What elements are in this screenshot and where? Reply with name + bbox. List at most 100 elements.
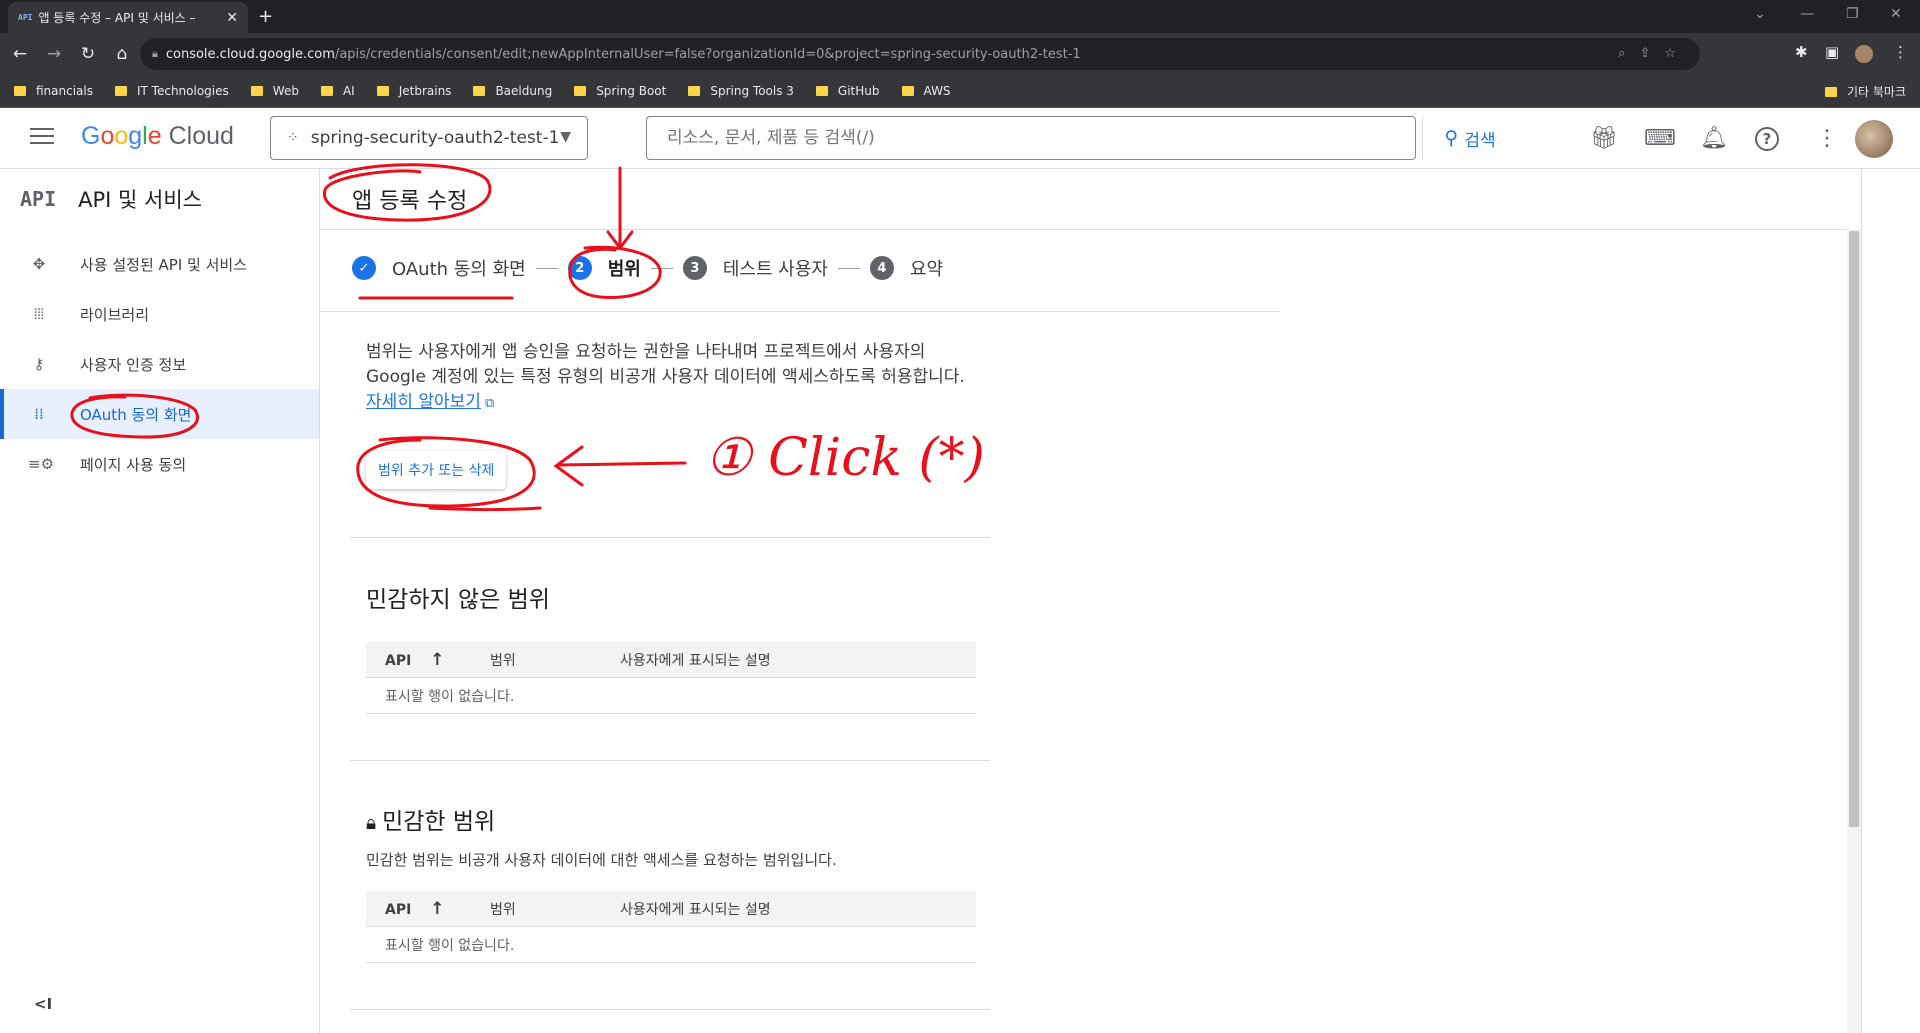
- forward-icon[interactable]: →: [40, 44, 68, 64]
- oauth-icon: ⁞⁞: [34, 405, 44, 423]
- bookmark-label: financials: [36, 84, 93, 98]
- bookmark-folder[interactable]: GitHub: [815, 84, 880, 98]
- google-cloud-logo[interactable]: Google Cloud: [81, 122, 234, 151]
- step-summary[interactable]: 4 요약: [869, 255, 943, 281]
- close-tab-icon[interactable]: ✕: [226, 10, 238, 26]
- folder-icon: [688, 86, 701, 96]
- main-menu-icon[interactable]: [30, 128, 54, 149]
- bookmark-folder[interactable]: Spring Tools 3: [688, 84, 794, 98]
- collapse-nav-icon[interactable]: <I: [34, 995, 52, 1013]
- profile-avatar[interactable]: [1855, 45, 1873, 63]
- sidebar-item-label: 사용자 인증 정보: [80, 355, 187, 374]
- divider: [350, 537, 990, 538]
- sidebar-item-page-usage-agreements[interactable]: ≡⚙ 페이지 사용 동의: [0, 439, 319, 489]
- step-scopes[interactable]: 2 범위: [567, 255, 641, 281]
- more-vert-icon[interactable]: ⋮: [1816, 126, 1838, 151]
- gift-icon[interactable]: 🎁︎: [1590, 126, 1618, 151]
- extensions-icon[interactable]: ✱: [1795, 43, 1808, 61]
- console-header: Google Cloud ⁘ spring-security-oauth2-te…: [0, 108, 1920, 169]
- lock-icon[interactable]: 🔒︎: [152, 47, 158, 61]
- sidebar-item-label: OAuth 동의 화면: [80, 405, 192, 424]
- step-label: OAuth 동의 화면: [392, 259, 526, 280]
- folder-icon: [250, 86, 263, 96]
- back-icon[interactable]: ←: [6, 44, 34, 64]
- reload-icon[interactable]: ↻: [74, 44, 102, 64]
- bookmark-folder[interactable]: Spring Boot: [574, 84, 666, 98]
- bookmark-folder[interactable]: AWS: [901, 84, 951, 98]
- home-icon[interactable]: ⌂: [108, 44, 136, 64]
- help-icon[interactable]: ?: [1755, 127, 1779, 151]
- divider: [350, 760, 990, 761]
- bookmark-folder[interactable]: financials: [14, 84, 93, 98]
- scrollbar-thumb[interactable]: [1849, 231, 1859, 827]
- account-avatar[interactable]: [1855, 120, 1893, 158]
- bookmark-label: Spring Tools 3: [710, 84, 794, 98]
- browser-tab[interactable]: API 앱 등록 수정 – API 및 서비스 – ✕: [8, 2, 248, 33]
- bookmark-folder[interactable]: Web: [250, 84, 299, 98]
- url-host: console.cloud.google.com: [165, 46, 335, 62]
- window-close-icon[interactable]: ✕: [1890, 6, 1902, 22]
- column-api[interactable]: API ↑: [366, 899, 490, 919]
- step-test-users[interactable]: 3 테스트 사용자: [682, 255, 828, 281]
- bookmark-folder[interactable]: Jetbrains: [376, 84, 452, 98]
- minimize-icon[interactable]: —: [1800, 6, 1814, 22]
- bookmark-label: Spring Boot: [596, 84, 667, 98]
- step-number: 3: [682, 256, 707, 280]
- project-picker-button[interactable]: ⁘ spring-security-oauth2-test-1 ▼: [270, 116, 588, 160]
- other-bookmarks-label: 기타 북마크: [1846, 85, 1906, 99]
- chrome-menu-icon[interactable]: ⋮: [1893, 43, 1908, 61]
- annotation-arrow-button: [553, 445, 687, 487]
- sidebar-item-credentials[interactable]: ⚷ 사용자 인증 정보: [0, 339, 319, 389]
- learn-more-label: 자세히 알아보기: [366, 392, 481, 412]
- step-label: 범위: [607, 259, 641, 280]
- check-circle-icon: ✓: [352, 256, 376, 280]
- step-separator: [837, 267, 860, 269]
- search-input[interactable]: [647, 117, 1422, 159]
- cloud-shell-icon[interactable]: ⌨: [1644, 126, 1676, 151]
- sidebar-item-library[interactable]: ⦙⦙⦙ 라이브러리: [0, 289, 319, 339]
- step-number: 2: [567, 256, 592, 280]
- restore-icon[interactable]: ❐: [1846, 6, 1859, 22]
- bookmark-folder[interactable]: IT Technologies: [115, 84, 229, 98]
- annotation-arrow-step: [606, 166, 634, 251]
- table-header: API ↑ 범위 사용자에게 표시되는 설명: [366, 642, 976, 678]
- learn-more-link[interactable]: 자세히 알아보기: [366, 392, 481, 412]
- folder-icon: [376, 86, 389, 96]
- divider: [320, 229, 1847, 230]
- sensitive-heading: 민감한 범위: [382, 809, 496, 835]
- chevron-down-icon: ▼: [560, 129, 571, 145]
- tab-search-icon[interactable]: ⌄: [1754, 6, 1766, 22]
- bookmark-folder[interactable]: Baeldung: [473, 84, 552, 98]
- page-title: 앱 등록 수정: [352, 189, 468, 214]
- omnibox-actions[interactable]: ⌕⇪☆: [1618, 46, 1690, 61]
- url-path: /apis/credentials/consent/edit;newAppInt…: [334, 46, 1081, 62]
- divider: [320, 311, 1280, 312]
- new-tab-button[interactable]: +: [258, 6, 273, 27]
- step-oauth-consent[interactable]: ✓ OAuth 동의 화면: [352, 255, 526, 281]
- sidebar-item-enabled-apis[interactable]: ✥ 사용 설정된 API 및 서비스: [0, 239, 319, 289]
- bookmark-folder[interactable]: AI: [320, 84, 355, 98]
- bookmark-label: Jetbrains: [398, 84, 452, 98]
- side-panel-icon[interactable]: ▣: [1825, 43, 1839, 61]
- right-panel-rail: [1861, 169, 1920, 1033]
- folder-icon: [1824, 86, 1837, 97]
- notifications-bell-icon[interactable]: 🔔︎: [1700, 126, 1728, 151]
- address-bar[interactable]: 🔒︎ console.cloud.google.com/apis/credent…: [140, 38, 1700, 70]
- folder-icon: [473, 86, 486, 96]
- stepper: ✓ OAuth 동의 화면 2 범위 3 테스트 사용자 4 요약: [352, 255, 943, 281]
- column-api[interactable]: API ↑: [366, 650, 490, 670]
- bookmark-label: GitHub: [837, 84, 880, 98]
- other-bookmarks[interactable]: 기타 북마크: [1824, 83, 1906, 100]
- step-separator: [650, 267, 673, 269]
- search-icon: ⚲: [1444, 127, 1459, 149]
- sidebar-item-oauth-consent[interactable]: ⁞⁞ OAuth 동의 화면: [0, 389, 319, 439]
- column-scope: 범위: [490, 901, 516, 918]
- nav-title: API 및 서비스: [78, 187, 202, 212]
- arrow-up-icon: ↑: [430, 649, 445, 670]
- add-remove-scopes-button[interactable]: 범위 추가 또는 삭제: [366, 451, 507, 489]
- search-button[interactable]: ⚲ 검색: [1422, 117, 1517, 159]
- settings-list-icon: ≡⚙: [28, 455, 55, 473]
- folder-icon: [320, 86, 333, 96]
- sidebar-item-label: 페이지 사용 동의: [80, 455, 187, 474]
- column-label: API: [385, 901, 412, 918]
